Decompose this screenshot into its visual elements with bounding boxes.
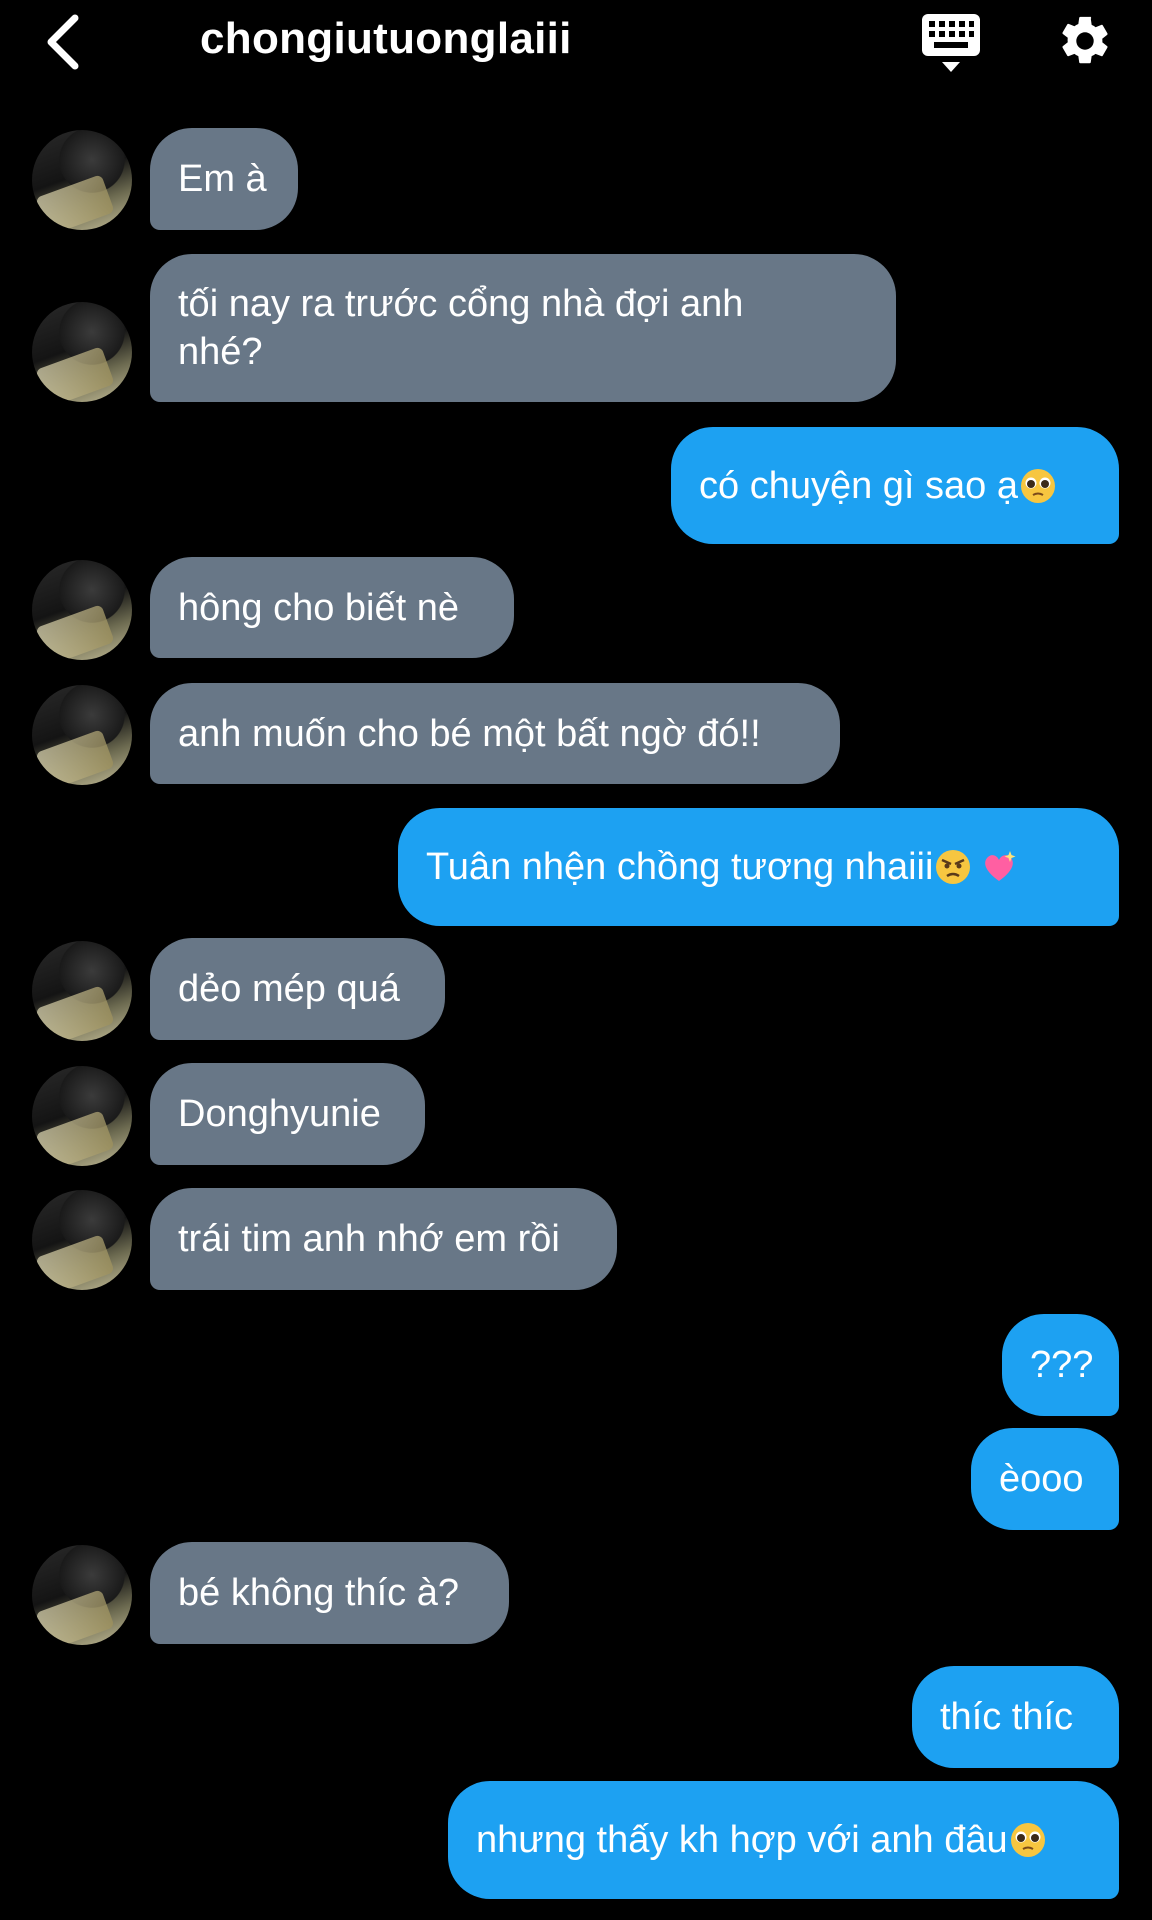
- back-button[interactable]: [38, 10, 88, 74]
- avatar[interactable]: [32, 560, 132, 660]
- avatar[interactable]: [32, 130, 132, 230]
- message-bubble-incoming[interactable]: tối nay ra trước cổng nhà đợi anh nhé?: [150, 254, 896, 402]
- message-bubble-outgoing[interactable]: ???: [1002, 1314, 1119, 1416]
- message-text: hông cho biết nè: [178, 586, 460, 629]
- avatar[interactable]: [32, 685, 132, 785]
- message-bubble-incoming[interactable]: Em à: [150, 128, 298, 230]
- message-bubble-incoming[interactable]: hông cho biết nè: [150, 557, 514, 658]
- avatar[interactable]: [32, 1545, 132, 1645]
- angry-face-icon: [936, 850, 971, 884]
- settings-button[interactable]: [1056, 12, 1114, 70]
- message-bubble-incoming[interactable]: anh muốn cho bé một bất ngờ đó!!: [150, 683, 840, 784]
- message-text: dẻo mép quá: [178, 968, 400, 1010]
- pleading-face-icon: [1021, 468, 1055, 503]
- message-text: Em à: [178, 158, 267, 200]
- message-text: thíc thíc: [940, 1696, 1074, 1738]
- message-text: Donghyunie: [178, 1093, 381, 1135]
- message-bubble-incoming[interactable]: trái tim anh nhớ em rồi: [150, 1188, 617, 1290]
- message-bubble-incoming[interactable]: bé không thíc à?: [150, 1542, 509, 1644]
- keyboard-icon: [922, 14, 980, 72]
- avatar[interactable]: [32, 941, 132, 1041]
- message-bubble-incoming[interactable]: Donghyunie: [150, 1063, 425, 1165]
- pleading-face-icon: [1010, 1823, 1045, 1857]
- avatar[interactable]: [32, 1190, 132, 1290]
- keyboard-button[interactable]: [920, 12, 982, 74]
- message-bubble-outgoing[interactable]: có chuyện gì sao ạ: [671, 427, 1119, 544]
- message-text: tối nay ra trước cổng nhà đợi anh nhé?: [178, 283, 744, 373]
- message-bubble-outgoing[interactable]: nhưng thấy kh hợp với anh đâu: [448, 1781, 1119, 1899]
- message-text: bé không thíc à?: [178, 1572, 459, 1614]
- avatar[interactable]: [32, 302, 132, 402]
- message-text: có chuyện gì sao ạ: [699, 464, 1018, 507]
- message-text: èooo: [999, 1458, 1084, 1500]
- message-bubble-outgoing[interactable]: thíc thíc: [912, 1666, 1119, 1768]
- message-text: Tuân nhện chồng tương nhaiii: [426, 846, 934, 888]
- message-bubble-outgoing[interactable]: Tuân nhện chồng tương nhaiii: [398, 808, 1119, 926]
- chevron-left-icon: [47, 14, 79, 70]
- message-text: anh muốn cho bé một bất ngờ đó!!: [178, 712, 761, 755]
- page-title: chongiutuonglaiii: [200, 14, 572, 63]
- message-text: ???: [1030, 1344, 1094, 1386]
- message-bubble-incoming[interactable]: dẻo mép quá: [150, 938, 445, 1040]
- chat-header: chongiutuonglaiii: [0, 0, 1152, 86]
- sparkling-heart-icon: [985, 851, 1016, 881]
- message-text: trái tim anh nhớ em rồi: [178, 1218, 560, 1260]
- message-text: nhưng thấy kh hợp với anh đâu: [476, 1819, 1008, 1861]
- message-bubble-outgoing[interactable]: èooo: [971, 1428, 1119, 1530]
- gear-icon: [1062, 16, 1108, 64]
- avatar[interactable]: [32, 1066, 132, 1166]
